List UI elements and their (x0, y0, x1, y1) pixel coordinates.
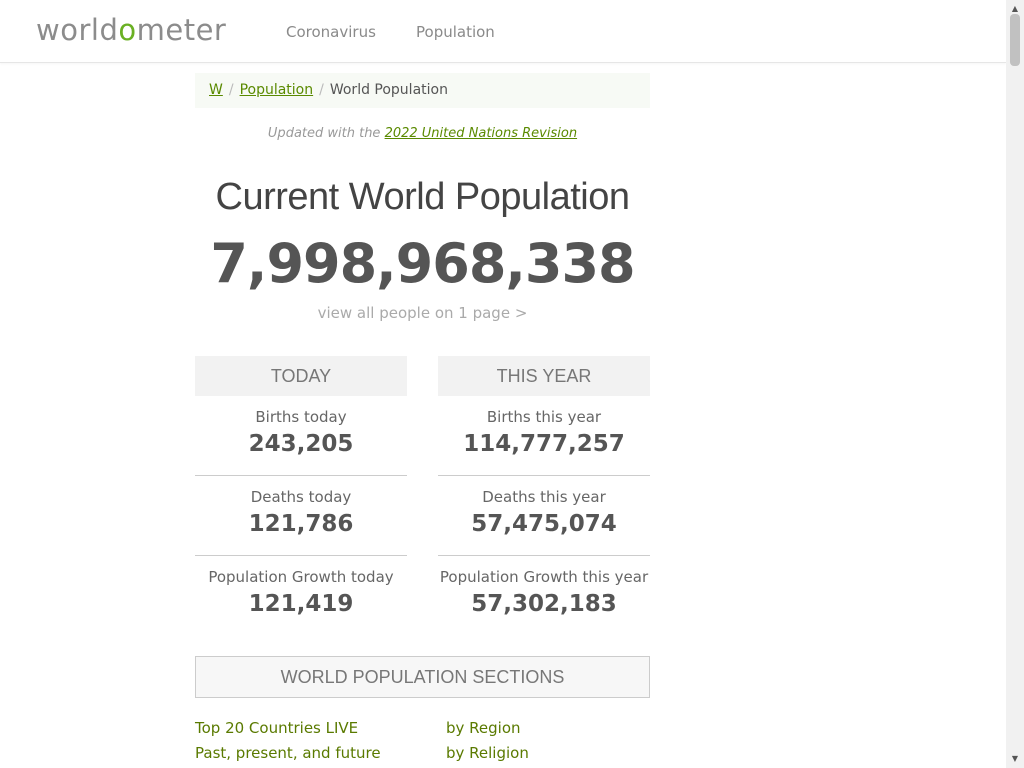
scroll-thumb[interactable] (1010, 14, 1020, 66)
deaths-today-stat: Deaths today 121,786 (195, 476, 407, 556)
logo-text-meter: meter (136, 13, 227, 47)
stat-value: 243,205 (248, 431, 354, 457)
stat-value: 121,786 (248, 511, 354, 537)
updated-prefix: Updated with the (267, 126, 381, 141)
view-all-people-link[interactable]: view all people on 1 page > (195, 304, 650, 322)
nav-population[interactable]: Population (416, 22, 495, 42)
stat-label: Deaths this year (482, 488, 606, 506)
growth-today-stat: Population Growth today 121,419 (195, 556, 407, 636)
today-column: TODAY Births today 243,205 Deaths today … (195, 356, 407, 636)
page-title: Current World Population (215, 176, 630, 218)
scroll-down-arrow-icon[interactable]: ▼ (1006, 752, 1024, 766)
deaths-year-stat: Deaths this year 57,475,074 (438, 476, 650, 556)
past-present-future-link[interactable]: Past, present, and future (195, 743, 381, 763)
stat-value: 121,419 (248, 591, 354, 617)
by-religion-link[interactable]: by Religion (446, 743, 529, 763)
breadcrumb-home-link[interactable]: W (209, 82, 223, 98)
this-year-column: THIS YEAR Births this year 114,777,257 D… (438, 356, 650, 636)
un-revision-link[interactable]: 2022 United Nations Revision (385, 126, 577, 141)
breadcrumb: W / Population / World Population (195, 73, 650, 108)
logo-text-world: world (36, 13, 119, 47)
world-population-counter: 7,998,968,338 (210, 232, 635, 295)
stat-value: 57,302,183 (471, 591, 617, 617)
breadcrumb-separator: / (319, 82, 324, 98)
breadcrumb-population-link[interactable]: Population (240, 82, 314, 98)
top-20-countries-link[interactable]: Top 20 Countries LIVE (195, 718, 358, 738)
world-population-sections-header: WORLD POPULATION SECTIONS (195, 656, 650, 698)
breadcrumb-separator: / (228, 82, 234, 98)
by-region-link[interactable]: by Region (446, 718, 521, 738)
stat-value: 114,777,257 (463, 431, 625, 457)
stat-label: Births today (255, 408, 347, 426)
stat-label: Population Growth today (208, 568, 394, 586)
growth-year-stat: Population Growth this year 57,302,183 (438, 556, 650, 636)
vertical-scrollbar[interactable]: ▲ ▼ (1006, 0, 1024, 768)
births-today-stat: Births today 243,205 (195, 396, 407, 476)
nav-coronavirus[interactable]: Coronavirus (286, 22, 376, 42)
today-header: TODAY (195, 356, 407, 396)
logo-globe-o: o (118, 13, 137, 47)
stat-label: Population Growth this year (439, 568, 649, 586)
births-year-stat: Births this year 114,777,257 (438, 396, 650, 476)
worldometer-logo[interactable]: worldometer (36, 12, 226, 48)
stat-value: 57,475,074 (471, 511, 617, 537)
top-navbar: worldometer Coronavirus Population (0, 0, 1006, 63)
breadcrumb-current: World Population (329, 82, 448, 98)
stat-label: Births this year (486, 408, 602, 426)
updated-note: Updated with the 2022 United Nations Rev… (195, 126, 650, 141)
this-year-header: THIS YEAR (438, 356, 650, 396)
stat-label: Deaths today (250, 488, 352, 506)
